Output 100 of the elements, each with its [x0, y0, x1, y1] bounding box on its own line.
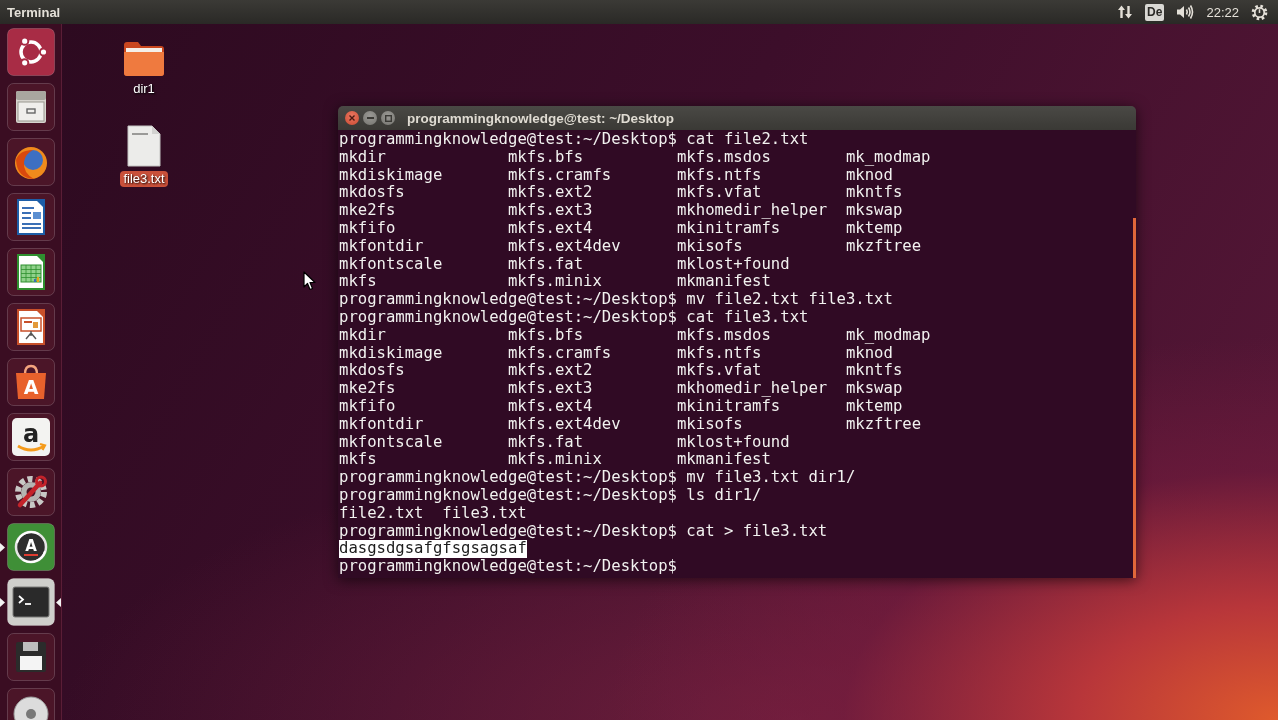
output-text: mkfs.ntfs — [676, 343, 762, 362]
output-text: mkinitramfs — [676, 219, 781, 237]
document-icon[interactable] — [6, 193, 55, 241]
icon-label[interactable]: dir1 — [130, 81, 158, 97]
command-text: cat > file3.txt — [686, 522, 828, 541]
output-text: mkfs — [339, 272, 377, 291]
output-text: mktemp — [845, 219, 903, 237]
output-text: mkfs.minix — [508, 272, 602, 291]
output-text: mkswap — [845, 201, 903, 220]
output-text: mkfs.msdos — [676, 325, 771, 344]
update-arrows-icon[interactable]: A — [6, 523, 55, 571]
output-text: mkfs.fat — [508, 254, 584, 273]
output-text: mkfs.vfat — [676, 183, 762, 202]
output-text: mkdosfs — [339, 183, 405, 202]
output-text: mkhomedir_helper — [676, 379, 828, 398]
output-text: mkfontdir — [339, 236, 424, 255]
speaker-icon[interactable] — [1176, 4, 1195, 20]
output-text: mkfs.ext4 — [508, 219, 593, 237]
terminal-icon[interactable] — [6, 578, 55, 626]
output-text: mkisofs — [676, 414, 743, 433]
output-text: mkzftree — [845, 414, 922, 433]
output-text: mkfs.cramfs — [508, 343, 612, 362]
output-text: mkfs.ext2 — [508, 183, 593, 202]
output-text: mkfontscale — [339, 254, 443, 273]
output-text: mkisofs — [676, 236, 743, 255]
output-text: mkinitramfs — [676, 396, 781, 415]
file-name-text: file3.txt — [442, 504, 527, 523]
output-text: mkdir — [339, 325, 386, 344]
scrollbar-thumb[interactable] — [1133, 218, 1136, 578]
output-text: mkdosfs — [339, 361, 405, 380]
output-text: mkfifo — [339, 396, 396, 415]
ring-logo-icon[interactable] — [6, 28, 55, 76]
close-icon — [349, 115, 355, 121]
command-text: ls dir1/ — [686, 486, 762, 505]
prompt-text: programmingknowledge@test:~/Desktop$ — [339, 522, 677, 541]
shop-logo-icon[interactable]: a — [6, 413, 55, 461]
output-text: mkfs.bfs — [508, 147, 584, 166]
spreadsheet-icon[interactable] — [6, 248, 55, 296]
output-text: mkzftree — [845, 236, 922, 255]
output-text: mklost+found — [676, 432, 790, 451]
output-text: mkfs.ext4dev — [508, 236, 621, 255]
output-text: mkfs.ext4 — [508, 396, 593, 415]
mouse-pointer-icon — [303, 271, 316, 291]
icon-label[interactable]: file3.txt — [120, 171, 168, 187]
output-text: mk_modmap — [845, 147, 931, 166]
window-title: programmingknowledge@test: ~/Desktop — [407, 110, 675, 126]
keyboard-layout-indicator[interactable]: De — [1145, 3, 1165, 21]
output-text: mke2fs — [339, 379, 396, 398]
output-text: mknod — [845, 343, 893, 362]
minimize-icon — [366, 117, 374, 119]
close-button[interactable] — [345, 111, 359, 125]
gear-wrench-icon[interactable] — [6, 468, 55, 516]
output-text: mkntfs — [845, 361, 903, 380]
command-text: mv file2.txt file3.txt — [686, 291, 893, 309]
output-text: mkfontdir — [339, 414, 424, 433]
network-arrows-icon[interactable] — [1117, 4, 1134, 20]
clock-text[interactable]: 22:22 — [1206, 4, 1239, 20]
command-text: cat file3.txt — [686, 308, 809, 327]
output-text: mkfs.ntfs — [676, 165, 762, 184]
output-text: mkfs.bfs — [508, 325, 584, 344]
prompt-text: programmingknowledge@test:~/Desktop$ — [339, 486, 677, 505]
output-text: mkfifo — [339, 219, 396, 237]
output-text: mktemp — [845, 396, 903, 415]
file-cabinet-icon[interactable] — [6, 83, 55, 131]
output-text: mkntfs — [845, 183, 903, 202]
prompt-text: programmingknowledge@test:~/Desktop$ — [339, 291, 677, 309]
prompt-text: programmingknowledge@test:~/Desktop$ — [339, 558, 677, 576]
output-text: mkfs.msdos — [676, 147, 771, 166]
output-text: mkfs.fat — [508, 432, 584, 451]
command-text: cat file2.txt — [686, 131, 809, 149]
output-text: mkdiskimage — [339, 165, 443, 184]
output-text: mkfs.ext4dev — [508, 414, 621, 433]
output-text: mkfs.ext2 — [508, 361, 593, 380]
output-text: mkswap — [845, 379, 903, 398]
minimize-button[interactable] — [363, 111, 377, 125]
maximize-icon — [384, 114, 392, 122]
file-name-text: file2.txt — [339, 504, 424, 523]
output-text: mkfs.minix — [508, 450, 602, 469]
output-text: mkmanifest — [676, 450, 771, 469]
output-text: mkfontscale — [339, 432, 443, 451]
presentation-icon[interactable] — [6, 303, 55, 351]
output-text: mknod — [845, 165, 893, 184]
globe-icon[interactable] — [6, 138, 55, 186]
output-text: mklost+found — [676, 254, 790, 273]
output-text: mkfs.cramfs — [508, 165, 612, 184]
maximize-button[interactable] — [381, 111, 395, 125]
typed-text: dasgsdgsafgfsgsagsaf — [339, 540, 527, 559]
output-text: mkdir — [339, 147, 386, 166]
output-text: mkmanifest — [676, 272, 771, 291]
output-text: mke2fs — [339, 201, 396, 220]
gear-icon[interactable] — [1251, 3, 1268, 21]
output-text: mkfs — [339, 450, 377, 469]
output-text: mkfs.vfat — [676, 361, 762, 380]
folder-icon[interactable] — [122, 40, 166, 77]
output-text: mkfs.ext3 — [508, 201, 593, 220]
prompt-text: programmingknowledge@test:~/Desktop$ — [339, 308, 677, 327]
app-title: Terminal — [7, 4, 61, 20]
text-file-icon[interactable] — [127, 125, 161, 167]
prompt-text: programmingknowledge@test:~/Desktop$ — [339, 469, 677, 487]
prompt-text: programmingknowledge@test:~/Desktop$ — [339, 131, 677, 149]
